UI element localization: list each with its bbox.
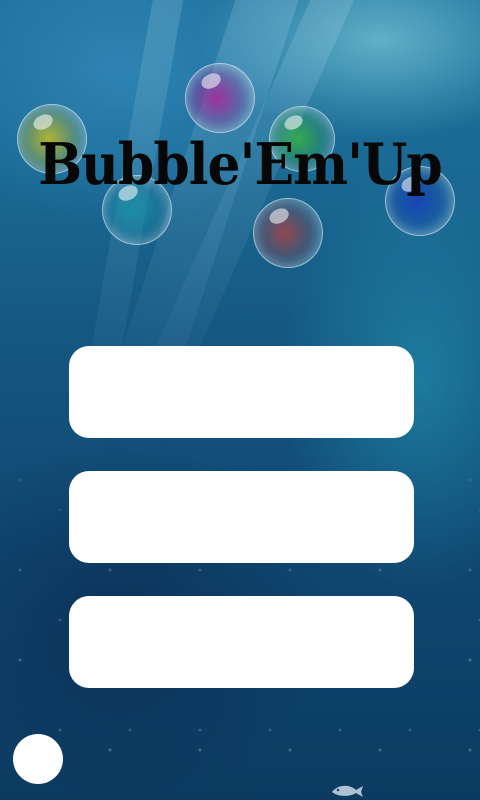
corner-round-button[interactable] <box>13 734 63 784</box>
bubble-red <box>253 198 323 268</box>
menu-button-2[interactable] <box>69 471 414 563</box>
game-title-logo: Bubble'Em'Up <box>38 130 443 199</box>
bubble-purple <box>185 63 255 133</box>
menu-button-3[interactable] <box>69 596 414 688</box>
menu-button-1[interactable] <box>69 346 414 438</box>
fish-icon <box>332 785 363 797</box>
